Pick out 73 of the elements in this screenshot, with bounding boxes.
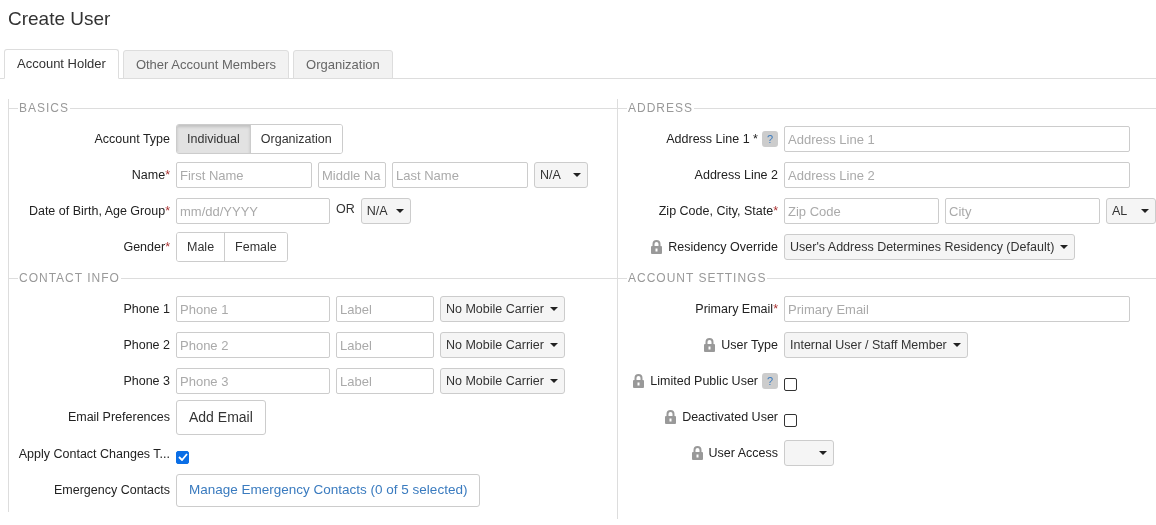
input-field[interactable]: Phone 2 xyxy=(176,332,330,358)
input-field[interactable]: Last Name xyxy=(392,162,528,188)
field-label: Residency Override xyxy=(668,238,778,256)
checkbox[interactable] xyxy=(784,413,797,427)
input-field[interactable]: Address Line 2 xyxy=(784,162,1130,188)
input-field[interactable]: Phone 3 xyxy=(176,368,330,394)
add-email-button[interactable]: Add Email xyxy=(176,400,266,435)
caret-icon xyxy=(549,343,558,347)
caret-icon xyxy=(1141,209,1149,213)
input-field[interactable]: Primary Email xyxy=(784,296,1130,322)
required-mark: * xyxy=(165,238,170,256)
manage-contacts-button[interactable]: Manage Emergency Contacts (0 of 5 selected) xyxy=(176,473,481,507)
field-label: Email Preferences xyxy=(67,409,170,427)
page-title: Create User xyxy=(8,7,111,31)
section-legend: BASICS xyxy=(18,99,70,117)
field-label: Phone 1 xyxy=(123,300,170,318)
field-label: Address Line 1 * xyxy=(666,130,758,148)
field-label: Apply Contact Changes T... xyxy=(18,445,170,463)
caret-icon xyxy=(952,343,961,347)
field-label: Address Line 2 xyxy=(694,166,778,184)
field-label: User Type xyxy=(721,336,778,354)
input-field[interactable]: First Name xyxy=(176,162,312,188)
caret-icon xyxy=(819,451,827,455)
field-label: Emergency Contacts xyxy=(53,481,170,499)
tab[interactable]: Account Holder xyxy=(4,49,119,79)
input-field[interactable]: City xyxy=(945,198,1100,224)
field-label: Date of Birth, Age Group xyxy=(28,202,166,220)
tab[interactable]: Other Account Members xyxy=(122,50,290,79)
input-field[interactable]: Zip Code xyxy=(784,198,939,224)
required-mark: * xyxy=(773,202,778,220)
section-legend: ADDRESS xyxy=(627,99,694,117)
required-mark: * xyxy=(165,202,170,220)
field-label: Limited Public User xyxy=(650,372,758,390)
caret-icon xyxy=(1060,245,1069,249)
input-field[interactable]: Phone 1 xyxy=(176,296,330,322)
field-label: Name xyxy=(131,166,166,184)
dropdown[interactable]: No Mobile Carrier xyxy=(440,368,565,394)
checkbox[interactable] xyxy=(784,377,797,391)
toggle-option[interactable]: Individual xyxy=(177,125,250,153)
toggle-option[interactable]: Female xyxy=(224,233,287,261)
field-label: Gender xyxy=(123,238,166,256)
dropdown[interactable]: N/A xyxy=(360,198,411,224)
input-field[interactable]: Middle Na xyxy=(318,162,386,188)
input-field[interactable]: Label xyxy=(336,332,434,358)
section-legend: CONTACT INFO xyxy=(18,269,121,287)
caret-icon xyxy=(573,173,581,177)
dropdown[interactable]: No Mobile Carrier xyxy=(440,296,565,322)
input-field[interactable]: Label xyxy=(336,368,434,394)
caret-icon xyxy=(549,379,558,383)
section-legend: ACCOUNT SETTINGS xyxy=(627,269,768,287)
or-label: OR xyxy=(336,201,355,219)
field-label: Phone 3 xyxy=(123,372,170,390)
toggle-option[interactable]: Organization xyxy=(249,125,342,153)
input-field[interactable]: mm/dd/YYYY xyxy=(176,198,330,224)
tab[interactable]: Organization xyxy=(293,50,393,79)
field-label: Deactivated User xyxy=(682,408,778,426)
checkbox[interactable] xyxy=(176,450,189,464)
dropdown[interactable]: AL xyxy=(1106,198,1156,224)
field-label: Zip Code, City, State xyxy=(658,202,774,220)
field-label: Account Type xyxy=(94,130,170,148)
input-field[interactable]: Address Line 1 xyxy=(784,126,1130,152)
dropdown[interactable]: Internal User / Staff Member xyxy=(784,332,968,358)
dropdown[interactable]: No Mobile Carrier xyxy=(440,332,565,358)
dropdown[interactable]: N/A xyxy=(534,162,588,188)
required-mark: * xyxy=(773,300,778,318)
field-label: Phone 2 xyxy=(123,336,170,354)
field-label: Primary Email xyxy=(695,300,774,318)
caret-icon xyxy=(549,307,558,311)
caret-icon xyxy=(395,209,404,213)
required-mark: * xyxy=(165,166,170,184)
dropdown[interactable]: User's Address Determines Residency (Default) xyxy=(784,234,1076,260)
field-label: User Access xyxy=(708,444,778,462)
input-field[interactable]: Label xyxy=(336,296,434,322)
